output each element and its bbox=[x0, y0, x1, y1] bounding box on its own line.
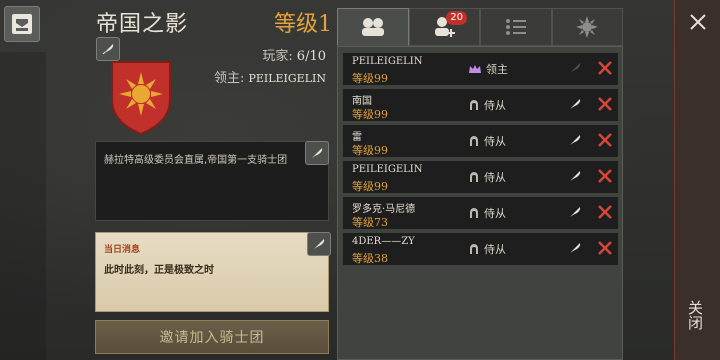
member-name: PEILEIGELIN bbox=[352, 164, 423, 175]
quill-icon bbox=[102, 44, 114, 55]
quill-icon bbox=[314, 239, 325, 249]
helmet-icon bbox=[470, 208, 478, 218]
kick-member-icon[interactable] bbox=[596, 95, 614, 113]
member-row[interactable]: PEILEIGELIN 等级99 侍从 bbox=[343, 161, 618, 193]
member-row[interactable]: 雷 等级99 侍从 bbox=[343, 125, 618, 157]
member-name: PEILEIGELIN bbox=[352, 56, 423, 67]
sun-crest-icon bbox=[111, 61, 171, 136]
member-rank-label: 侍从 bbox=[484, 135, 506, 148]
member-rank: 侍从 bbox=[469, 133, 506, 149]
kick-member-icon[interactable] bbox=[596, 167, 614, 185]
guild-tabs: 20 bbox=[337, 8, 623, 46]
guild-leader: 领主: PEILEIGELIN bbox=[214, 67, 326, 86]
close-panel[interactable]: 关闭 bbox=[674, 0, 720, 360]
member-rank-label: 领主 bbox=[486, 63, 508, 76]
guild-crest bbox=[106, 56, 176, 136]
guild-level: 等级1 bbox=[274, 12, 332, 37]
helmet-icon bbox=[470, 136, 478, 146]
promote-quill-icon[interactable] bbox=[567, 168, 583, 184]
member-rank-label: 侍从 bbox=[484, 99, 506, 112]
guild-name: 帝国之影 bbox=[96, 12, 189, 37]
member-rank-label: 侍从 bbox=[484, 243, 506, 256]
left-sidebar bbox=[0, 52, 46, 360]
close-icon[interactable] bbox=[688, 12, 708, 32]
edit-notice-button[interactable] bbox=[307, 232, 331, 256]
helmet-icon bbox=[470, 244, 478, 254]
kick-member-icon[interactable] bbox=[596, 203, 614, 221]
helmet-icon bbox=[470, 172, 478, 182]
guild-banner-icon bbox=[12, 14, 32, 34]
member-level: 等级99 bbox=[352, 180, 388, 193]
member-row[interactable]: PEILEIGELIN 等级99 领主 bbox=[343, 53, 618, 85]
leader-value: PEILEIGELIN bbox=[248, 72, 326, 85]
member-level: 等级73 bbox=[352, 216, 388, 229]
helmet-icon bbox=[470, 100, 478, 110]
description-text: 赫拉特高级委员会直属,帝国第一支骑士团 bbox=[104, 155, 288, 166]
member-level: 等级99 bbox=[352, 144, 388, 157]
quill-icon bbox=[312, 148, 323, 158]
member-rank: 侍从 bbox=[469, 97, 506, 113]
notice-text: 此时此刻，正是极致之时 bbox=[104, 265, 214, 276]
tab-list[interactable] bbox=[480, 8, 552, 46]
players-count: 玩家: 6/10 bbox=[262, 45, 326, 64]
member-row[interactable]: 4DER——ZY 等级38 侍从 bbox=[343, 233, 618, 265]
list-icon bbox=[505, 19, 526, 35]
promote-quill-icon[interactable] bbox=[567, 96, 583, 112]
players-label: 玩家: bbox=[262, 49, 293, 64]
member-name: 罗多克·马尼德 bbox=[352, 204, 416, 215]
applications-badge: 20 bbox=[446, 11, 467, 25]
notice-title: 当日消息 bbox=[104, 245, 141, 255]
tab-members[interactable] bbox=[337, 8, 409, 46]
member-rank: 侍从 bbox=[469, 241, 506, 257]
member-rank: 侍从 bbox=[469, 205, 506, 221]
member-rank-label: 侍从 bbox=[484, 171, 506, 184]
promote-quill-icon[interactable] bbox=[567, 204, 583, 220]
sun-emblem-icon bbox=[576, 16, 599, 38]
quill-icon bbox=[570, 63, 581, 73]
tab-emblem[interactable] bbox=[551, 8, 623, 46]
promote-quill-icon[interactable] bbox=[567, 240, 583, 256]
member-name: 4DER——ZY bbox=[352, 236, 415, 247]
member-row[interactable]: 罗多克·马尼德 等级73 侍从 bbox=[343, 197, 618, 229]
member-name: 雷 bbox=[352, 132, 362, 143]
member-rank: 领主 bbox=[469, 61, 508, 77]
kick-member-icon[interactable] bbox=[596, 239, 614, 257]
kick-member-icon[interactable] bbox=[596, 59, 614, 77]
guild-menu-button[interactable] bbox=[4, 6, 40, 42]
tab-applications[interactable]: 20 bbox=[408, 8, 480, 46]
close-label[interactable]: 关闭 bbox=[685, 300, 706, 330]
kick-member-icon[interactable] bbox=[596, 131, 614, 149]
member-rank: 侍从 bbox=[469, 169, 506, 185]
member-level: 等级38 bbox=[352, 252, 388, 265]
guild-description: 赫拉特高级委员会直属,帝国第一支骑士团 bbox=[95, 141, 329, 221]
members-icon bbox=[361, 18, 384, 36]
promote-quill-icon[interactable] bbox=[567, 132, 583, 148]
daily-notice: 当日消息 此时此刻，正是极致之时 bbox=[95, 232, 329, 312]
players-value: 6/10 bbox=[296, 49, 326, 64]
member-level: 等级99 bbox=[352, 72, 388, 85]
member-level: 等级99 bbox=[352, 108, 388, 121]
member-rank-label: 侍从 bbox=[484, 207, 506, 220]
leader-label: 领主: bbox=[214, 71, 245, 86]
crown-icon bbox=[469, 64, 481, 73]
edit-description-button[interactable] bbox=[305, 141, 329, 165]
member-name: 南国 bbox=[352, 96, 372, 107]
member-row[interactable]: 南国 等级99 侍从 bbox=[343, 89, 618, 121]
invite-button[interactable]: 邀请加入骑士团 bbox=[95, 320, 329, 354]
